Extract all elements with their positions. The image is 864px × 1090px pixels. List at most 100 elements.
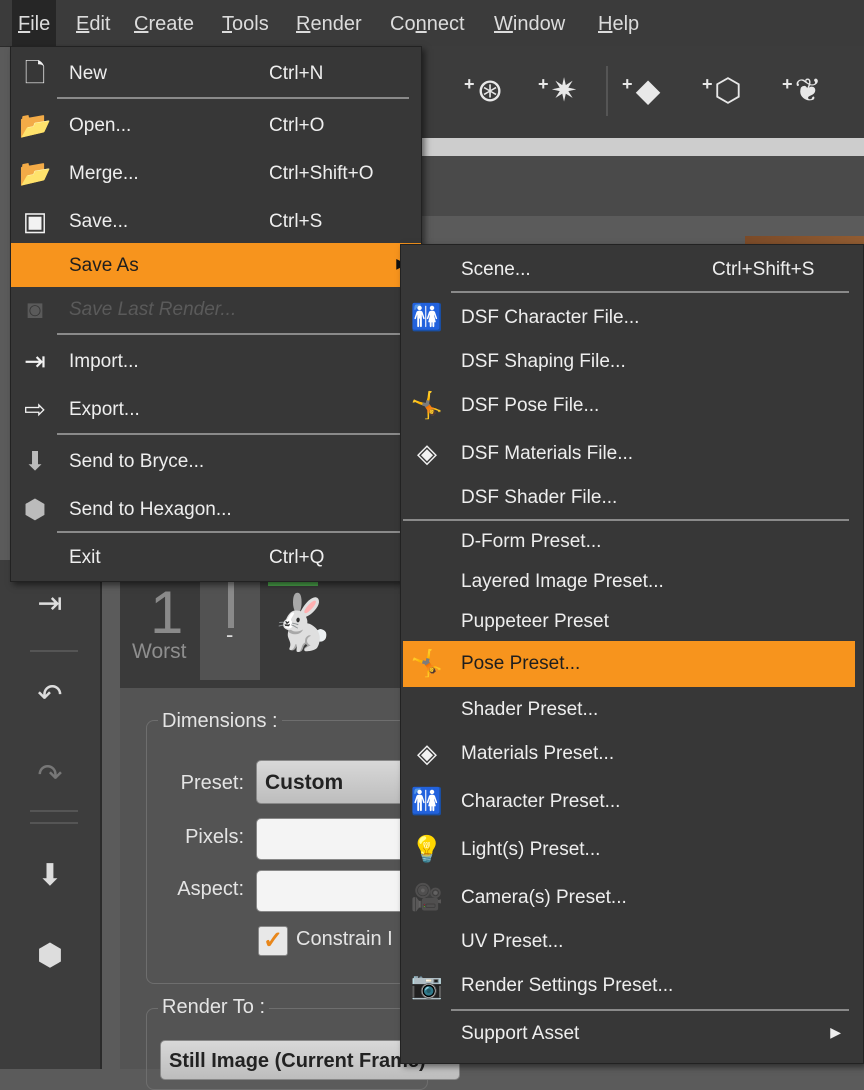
quality-slider-handle[interactable] [228, 580, 234, 628]
menu-create[interactable]: Create [134, 0, 194, 46]
undo-icon[interactable]: ↶ [28, 676, 72, 716]
menu-item-label: Camera(s) Preset... [461, 887, 627, 908]
menu-label: reate [148, 13, 195, 35]
toolbar: + ⊛ + ✷ + ◆ + ⬡ + ❦ [400, 46, 864, 138]
menu-item-label: Shader Preset... [461, 699, 599, 720]
menu-item-puppeteer-preset[interactable]: Puppeteer Preset [403, 599, 861, 643]
new-distant-light-tool-icon[interactable]: + ◆ [622, 64, 674, 116]
menu-item-exit[interactable]: Exit Ctrl+Q [11, 535, 421, 579]
menu-item-cameras-preset[interactable]: 🎥 Camera(s) Preset... [403, 875, 861, 919]
new-clock-tool-icon[interactable]: + ⊛ [464, 64, 516, 116]
materials-file-icon: ◈ [417, 438, 437, 468]
menu-item-export[interactable]: ⇨ Export... [11, 387, 421, 431]
menu-item-render-settings-preset[interactable]: 📷 Render Settings Preset... [403, 963, 861, 1007]
menu-item-open[interactable]: 📂 Open... Ctrl+O [11, 103, 421, 147]
pixels-label: Pixels: [185, 826, 244, 848]
menu-item-dsf-pose-file[interactable]: 🤸 DSF Pose File... [403, 383, 861, 427]
menu-separator [57, 433, 409, 435]
menu-item-label: Scene... [461, 259, 531, 280]
menu-item-send-to-hexagon[interactable]: ⬢ Send to Hexagon... [11, 487, 421, 531]
menu-help[interactable]: Help [598, 0, 639, 46]
menu-window[interactable]: Window [494, 0, 565, 46]
menu-item-new[interactable]: 🗋 New Ctrl+N [11, 51, 421, 95]
menu-label: ile [30, 13, 51, 35]
menu-item-label: Light(s) Preset... [461, 839, 601, 860]
menu-item-dsf-character-file[interactable]: 🚻 DSF Character File... [403, 295, 861, 339]
aspect-label: Aspect: [177, 878, 244, 900]
save-as-submenu: Scene... Ctrl+Shift+S 🚻 DSF Character Fi… [400, 244, 864, 1064]
menu-item-layered-image-preset[interactable]: Layered Image Preset... [403, 559, 861, 603]
redo-icon[interactable]: ↷ [28, 756, 72, 796]
menu-item-label: Save As [69, 255, 139, 276]
constrain-checkbox[interactable]: ✓ [258, 926, 288, 956]
menu-file[interactable]: File [12, 0, 57, 46]
menu-render[interactable]: Render [296, 0, 362, 46]
menu-item-label: DSF Shaping File... [461, 351, 626, 372]
toolbar-separator [606, 66, 608, 116]
left-toolbar: ⇥ ↶ ↷ ⬇ ⬢ [0, 560, 102, 1069]
new-figure-tool-icon[interactable]: + ❦ [782, 64, 834, 116]
menu-item-dsf-materials-file[interactable]: ◈ DSF Materials File... [403, 431, 861, 475]
menu-item-shortcut: Ctrl+O [269, 115, 325, 136]
menu-tools[interactable]: Tools [222, 0, 269, 46]
menu-label: elp [612, 13, 640, 35]
menu-accel: F [18, 13, 31, 35]
menu-item-shortcut: Ctrl+N [269, 63, 324, 84]
send-to-hexagon-icon[interactable]: ⬢ [28, 936, 72, 976]
menu-item-pose-preset[interactable]: 🤸 Pose Preset... [403, 641, 855, 687]
menu-item-shortcut: Ctrl+S [269, 211, 323, 232]
left-toolbar-separator [30, 822, 78, 824]
character-file-icon: 🚻 [410, 302, 444, 332]
send-to-bryce-icon[interactable]: ⬇ [28, 856, 72, 896]
menu-item-label: Render Settings Preset... [461, 975, 674, 996]
menu-item-save[interactable]: ▣ Save... Ctrl+S [11, 199, 421, 243]
menu-item-label: DSF Pose File... [461, 395, 600, 416]
menu-item-label: DSF Materials File... [461, 443, 634, 464]
render-to-title: Render To : [158, 996, 270, 1019]
pose-file-icon: 🤸 [410, 390, 444, 420]
menu-item-dsf-shader-file[interactable]: DSF Shader File... [403, 475, 861, 519]
menu-separator [57, 97, 409, 99]
menu-accel: R [296, 13, 311, 35]
menu-item-label: D-Form Preset... [461, 531, 602, 552]
new-camera-tool-icon[interactable]: + ⬡ [702, 64, 754, 116]
menu-item-label: Import... [69, 351, 139, 372]
menu-item-label: Puppeteer Preset [461, 611, 609, 632]
menu-item-uv-preset[interactable]: UV Preset... [403, 919, 861, 963]
new-document-icon: 🗋 [24, 58, 46, 88]
menu-item-send-to-bryce[interactable]: ⬇ Send to Bryce... [11, 439, 421, 483]
render-settings-icon: 📷 [410, 970, 444, 1000]
hexagon-icon: ⬢ [23, 494, 47, 524]
menu-item-scene[interactable]: Scene... Ctrl+Shift+S [403, 247, 861, 291]
quality-number: 1 [150, 579, 184, 646]
menu-accel: E [76, 13, 90, 35]
menu-accel: n [415, 13, 427, 35]
new-spotlight-tool-icon[interactable]: + ✷ [538, 64, 590, 116]
menu-item-support-asset[interactable]: Support Asset ▶ [403, 1011, 861, 1055]
menu-item-merge[interactable]: 📂 Merge... Ctrl+Shift+O [11, 151, 421, 195]
left-toolbar-separator [30, 650, 78, 652]
export-icon[interactable]: ⇥ [28, 584, 72, 624]
constrain-label: Constrain I [296, 928, 393, 950]
menu-item-lights-preset[interactable]: 💡 Light(s) Preset... [403, 827, 861, 871]
menu-item-label: Materials Preset... [461, 743, 615, 764]
menu-item-label: Support Asset [461, 1023, 580, 1044]
menu-connect[interactable]: Connect [390, 0, 465, 46]
quality-dash: - [226, 622, 234, 647]
save-render-icon: ◙ [27, 294, 43, 324]
menu-edit[interactable]: Edit [76, 0, 110, 46]
menu-item-label: Character Preset... [461, 791, 621, 812]
merge-folder-icon: 📂 [19, 158, 52, 188]
menu-item-character-preset[interactable]: 🚻 Character Preset... [403, 779, 861, 823]
menu-item-d-form-preset[interactable]: D-Form Preset... [403, 519, 861, 563]
menu-accel: W [494, 13, 513, 35]
menu-item-save-as[interactable]: Save As ▶ [11, 243, 421, 287]
menu-accel: C [134, 13, 149, 35]
menu-item-shader-preset[interactable]: Shader Preset... [403, 687, 861, 731]
menu-item-import[interactable]: ⇥ Import... [11, 339, 421, 383]
menu-accel: T [222, 13, 232, 35]
light-preset-icon: 💡 [410, 834, 444, 864]
menu-item-materials-preset[interactable]: ◈ Materials Preset... [403, 731, 861, 775]
menu-item-dsf-shaping-file[interactable]: DSF Shaping File... [403, 339, 861, 383]
export-icon: ⇨ [24, 394, 46, 424]
